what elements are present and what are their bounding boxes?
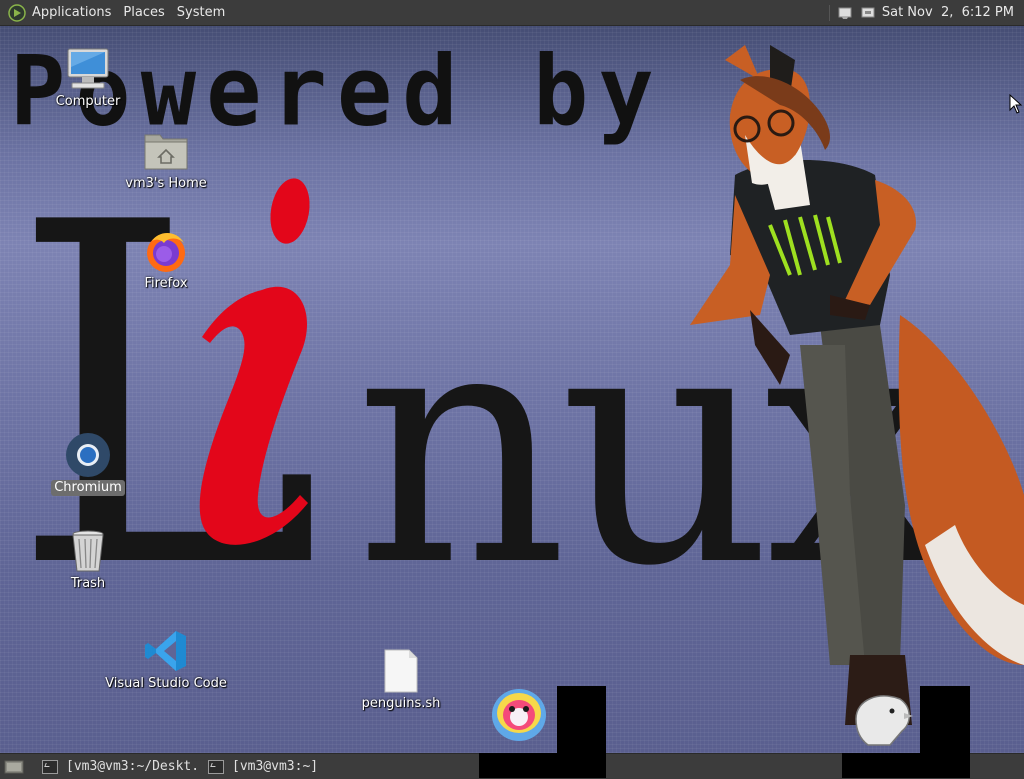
black-overlay-block [479,753,606,778]
script-file-icon [377,647,425,695]
show-desktop-icon[interactable] [4,759,26,775]
trash-icon [64,527,112,575]
desktop-icon-home[interactable]: vm3's Home [106,127,226,192]
black-overlay-block [842,753,970,778]
desktop-icon-trash[interactable]: Trash [28,527,148,592]
black-overlay-block [557,686,606,753]
terminal-icon [42,759,58,774]
desktop-icon-label: Trash [70,576,106,591]
desktop-icon-label: vm3's Home [125,176,207,191]
system-tray: Sat Nov 2, 6:12 PM [827,0,1014,25]
system-menu[interactable]: System [171,0,231,25]
firefox-icon [142,227,190,275]
chromium-icon [64,431,112,479]
desktop-icon-label: Firefox [144,276,188,291]
applications-menu[interactable]: Applications [26,0,117,25]
desktop-icon-label: Visual Studio Code [105,676,227,691]
desktop-icon-label: penguins.sh [361,696,441,711]
penguin-sprite-icon [855,695,913,746]
top-panel: Applications Places System Sat Nov 2, 6:… [0,0,1024,26]
places-menu[interactable]: Places [117,0,170,25]
taskbar-item-terminal-desktop[interactable]: [vm3@vm3:~/Deskt... [36,754,202,779]
vscode-icon [142,627,190,675]
desktop-icon-label: Chromium [51,480,125,496]
volume-status-icon[interactable] [860,6,876,20]
home-folder-icon [142,127,190,175]
penguin-sprite-icon [492,689,546,741]
desktop-icon-computer[interactable]: Computer [28,45,148,110]
clock[interactable]: Sat Nov 2, 6:12 PM [882,5,1014,20]
desktop-icon-label: Computer [55,94,121,109]
desktop-icon-firefox[interactable]: Firefox [106,227,226,292]
terminal-icon [208,759,224,774]
desktop-icon-chromium[interactable]: Chromium [28,431,148,496]
tray-separator [828,4,830,21]
computer-icon [64,45,112,93]
network-status-icon[interactable] [838,6,854,20]
desktop-icon-penguins-sh[interactable]: penguins.sh [341,647,461,712]
black-overlay-block [920,686,970,753]
mate-logo-icon[interactable] [8,3,26,22]
desktop-icon-vscode[interactable]: Visual Studio Code [105,627,227,692]
taskbar-item-label: [vm3@vm3:~/Deskt... [66,759,202,774]
mouse-pointer-icon [1009,94,1023,114]
taskbar-item-terminal-home[interactable]: [vm3@vm3:~] [202,754,368,779]
taskbar-item-label: [vm3@vm3:~] [232,759,319,774]
